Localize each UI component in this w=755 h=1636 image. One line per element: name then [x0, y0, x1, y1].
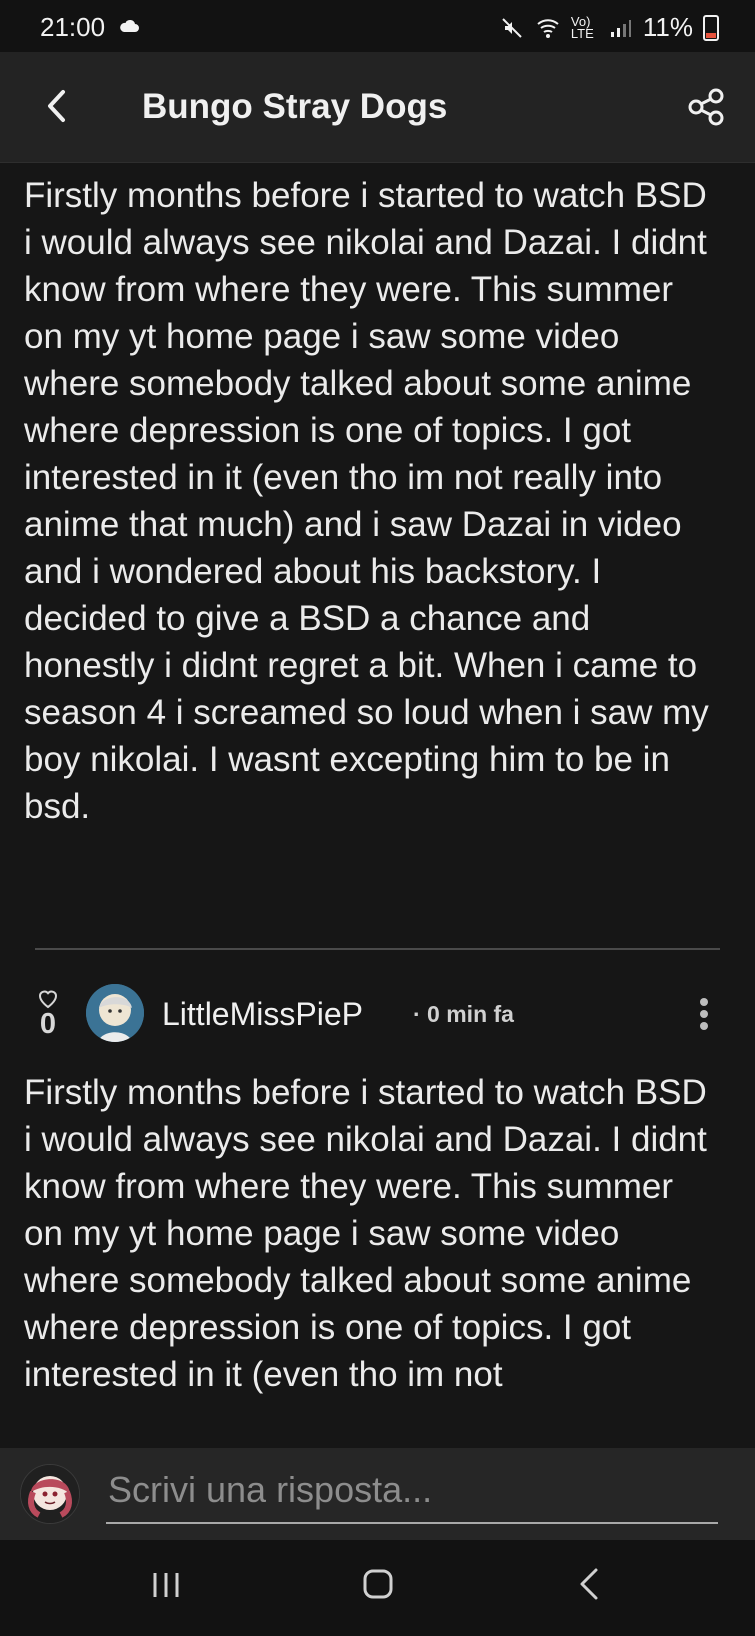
comment-author-avatar[interactable] [86, 984, 144, 1042]
comments-thread: Firstly months before i started to watch… [0, 162, 755, 1448]
reply-input-underline [106, 1522, 718, 1524]
comment-divider [35, 948, 720, 950]
status-time: 21:00 [40, 12, 106, 42]
recent-apps-icon[interactable] [148, 1570, 184, 1600]
reply-input[interactable] [106, 1464, 720, 1516]
reply-bar [0, 1448, 755, 1540]
current-user-avatar [20, 1464, 80, 1524]
battery-percentage: 11% [642, 12, 693, 42]
status-icons: Vo) LTE 11% [499, 12, 719, 43]
network-label: Vo) LTE [570, 13, 594, 41]
cloud-icon [120, 19, 139, 32]
page-title: Bungo Stray Dogs [142, 87, 448, 126]
share-icon[interactable] [685, 85, 729, 129]
android-navigation-bar [0, 1540, 755, 1636]
comment-body: Firstly months before i started to watch… [24, 1073, 707, 1394]
wifi-icon [537, 18, 559, 38]
comment-author-name[interactable]: LittleMissPieP [162, 996, 363, 1033]
mute-icon [502, 17, 522, 38]
home-icon[interactable] [360, 1566, 396, 1602]
post-body: Firstly months before i started to watch… [24, 176, 709, 826]
navigation-back-icon[interactable] [574, 1566, 606, 1602]
more-options-icon[interactable] [697, 994, 711, 1034]
heart-icon[interactable] [36, 986, 60, 1010]
status-bar: 21:00 Vo) LTE 11% [0, 0, 755, 52]
battery-icon [703, 14, 719, 41]
comment-timestamp: · 0 min fa [413, 1001, 514, 1027]
back-arrow-icon[interactable] [34, 82, 82, 130]
signal-icon [610, 19, 631, 37]
like-count: 0 [39, 1008, 57, 1040]
comment-header: 0 LittleMissPieP · 0 min fa [0, 974, 755, 1052]
app-header: Bungo Stray Dogs [0, 52, 755, 163]
